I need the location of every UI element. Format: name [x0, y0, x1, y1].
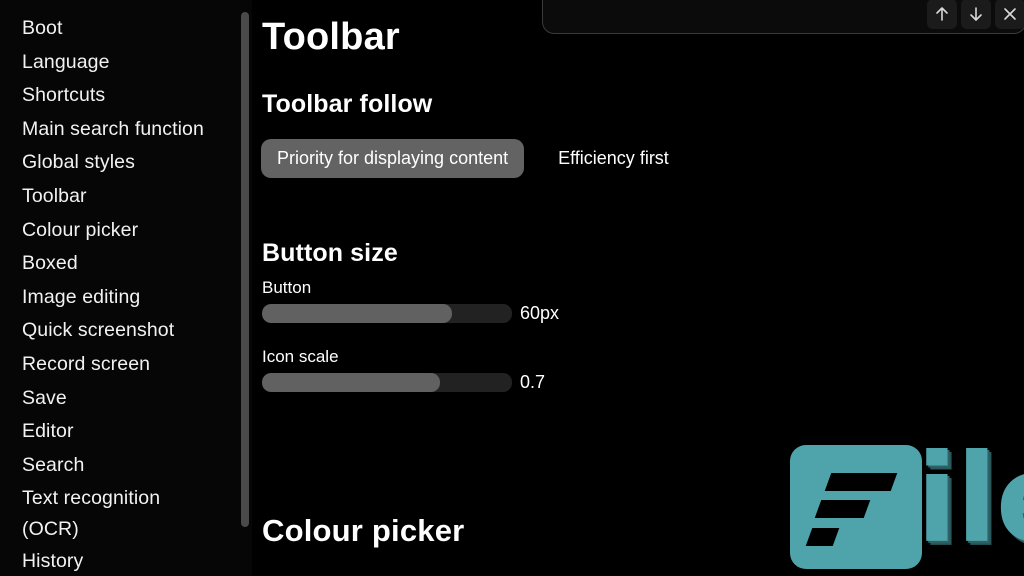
- icon-scale-slider-row: 0.7: [262, 373, 545, 392]
- sidebar-item-boot[interactable]: Boot: [0, 12, 252, 46]
- sidebar-nav-list: Boot Language Shortcuts Main search func…: [0, 12, 252, 576]
- icon-scale-slider[interactable]: [262, 373, 512, 392]
- sidebar-item-main-search-function[interactable]: Main search function: [0, 113, 252, 147]
- icon-scale-slider-group: Icon scale 0.7: [262, 347, 545, 392]
- find-next-button[interactable]: [961, 0, 991, 29]
- settings-content: Toolbar Toolbar follow Priority for disp…: [252, 0, 1024, 576]
- sidebar-item-label: Colour picker: [22, 218, 139, 241]
- sidebar-item-label: Boxed: [22, 252, 78, 275]
- close-icon: [1001, 5, 1019, 23]
- option-priority-for-displaying-content[interactable]: Priority for displaying content: [261, 139, 525, 178]
- button-slider-label: Button: [262, 278, 312, 297]
- sidebar-item-label: Text recognition: [22, 487, 161, 510]
- sidebar-item-label: History: [22, 550, 84, 573]
- sidebar-item-image-editing[interactable]: Image editing: [0, 281, 252, 315]
- filecr-logo-icon: [790, 445, 922, 569]
- icon-scale-slider-fill: [262, 373, 440, 392]
- button-size-slider-value: 60px: [520, 303, 560, 323]
- button-size-slider-group: Button 60px: [262, 278, 559, 323]
- section-heading-toolbar-follow: Toolbar follow: [262, 89, 433, 118]
- sidebar-item-global-styles[interactable]: Global styles: [0, 146, 252, 180]
- settings-window: Boot Language Shortcuts Main search func…: [0, 0, 1024, 576]
- sidebar-item-search[interactable]: Search: [0, 449, 252, 483]
- filecr-logo-bar-1: [824, 473, 898, 491]
- sidebar-item-label: Boot: [22, 17, 63, 39]
- toolbar-follow-options: Priority for displaying content Efficien…: [261, 139, 685, 178]
- sidebar-item-text-recognition-ocr[interactable]: Text recognition (OCR): [0, 482, 252, 545]
- section-heading-button-size: Button size: [262, 238, 398, 267]
- filecr-watermark: ileCR: [790, 430, 1024, 576]
- filecr-logo-bar-2: [814, 500, 871, 518]
- sidebar-item-label: Image editing: [22, 285, 141, 308]
- sidebar-item-editor[interactable]: Editor: [0, 415, 252, 449]
- button-size-slider[interactable]: [262, 304, 512, 323]
- find-actions: [927, 0, 1024, 29]
- arrow-up-icon: [933, 5, 951, 23]
- sidebar-scrollbar[interactable]: [239, 0, 251, 576]
- sidebar-item-label: Toolbar: [22, 184, 87, 207]
- sidebar-item-label: Quick screenshot: [22, 319, 175, 342]
- filecr-logo-bar-3: [805, 528, 840, 546]
- sidebar-item-quick-screenshot[interactable]: Quick screenshot: [0, 314, 252, 348]
- find-panel: [542, 0, 1024, 34]
- sidebar-item-colour-picker[interactable]: Colour picker: [0, 214, 252, 248]
- sidebar-item-language[interactable]: Language: [0, 46, 252, 80]
- button-size-slider-fill: [262, 304, 452, 323]
- sidebar-item-record-screen[interactable]: Record screen: [0, 348, 252, 382]
- page-title: Toolbar: [262, 16, 400, 59]
- sidebar-item-label: Language: [22, 50, 110, 73]
- sidebar-item-shortcuts[interactable]: Shortcuts: [0, 79, 252, 113]
- button-slider-row: 60px: [262, 304, 559, 323]
- filecr-watermark-text: ileCR: [916, 428, 1024, 570]
- option-efficiency-first[interactable]: Efficiency first: [542, 139, 685, 178]
- sidebar-item-save[interactable]: Save: [0, 382, 252, 416]
- icon-scale-slider-label: Icon scale: [262, 347, 339, 366]
- sidebar-item-label: Record screen: [22, 352, 151, 375]
- sidebar-item-label-line2: (OCR): [22, 518, 79, 541]
- find-previous-button[interactable]: [927, 0, 957, 29]
- sidebar-scrollbar-thumb[interactable]: [241, 12, 249, 527]
- arrow-down-icon: [967, 5, 985, 23]
- sidebar-item-label: Search: [22, 453, 85, 476]
- sidebar-item-label: Save: [22, 386, 67, 409]
- sidebar-item-boxed[interactable]: Boxed: [0, 247, 252, 281]
- close-find-button[interactable]: [995, 0, 1024, 29]
- sidebar-item-label: Global styles: [22, 151, 135, 174]
- icon-scale-slider-value: 0.7: [520, 372, 546, 392]
- sidebar-item-history[interactable]: History: [0, 545, 252, 576]
- sidebar-item-toolbar[interactable]: Toolbar: [0, 180, 252, 214]
- sidebar-item-label: Editor: [22, 420, 74, 443]
- settings-sidebar: Boot Language Shortcuts Main search func…: [0, 0, 252, 576]
- sidebar-item-label: Shortcuts: [22, 84, 106, 107]
- section-heading-colour-picker: Colour picker: [262, 512, 465, 548]
- sidebar-item-label: Main search function: [22, 117, 204, 140]
